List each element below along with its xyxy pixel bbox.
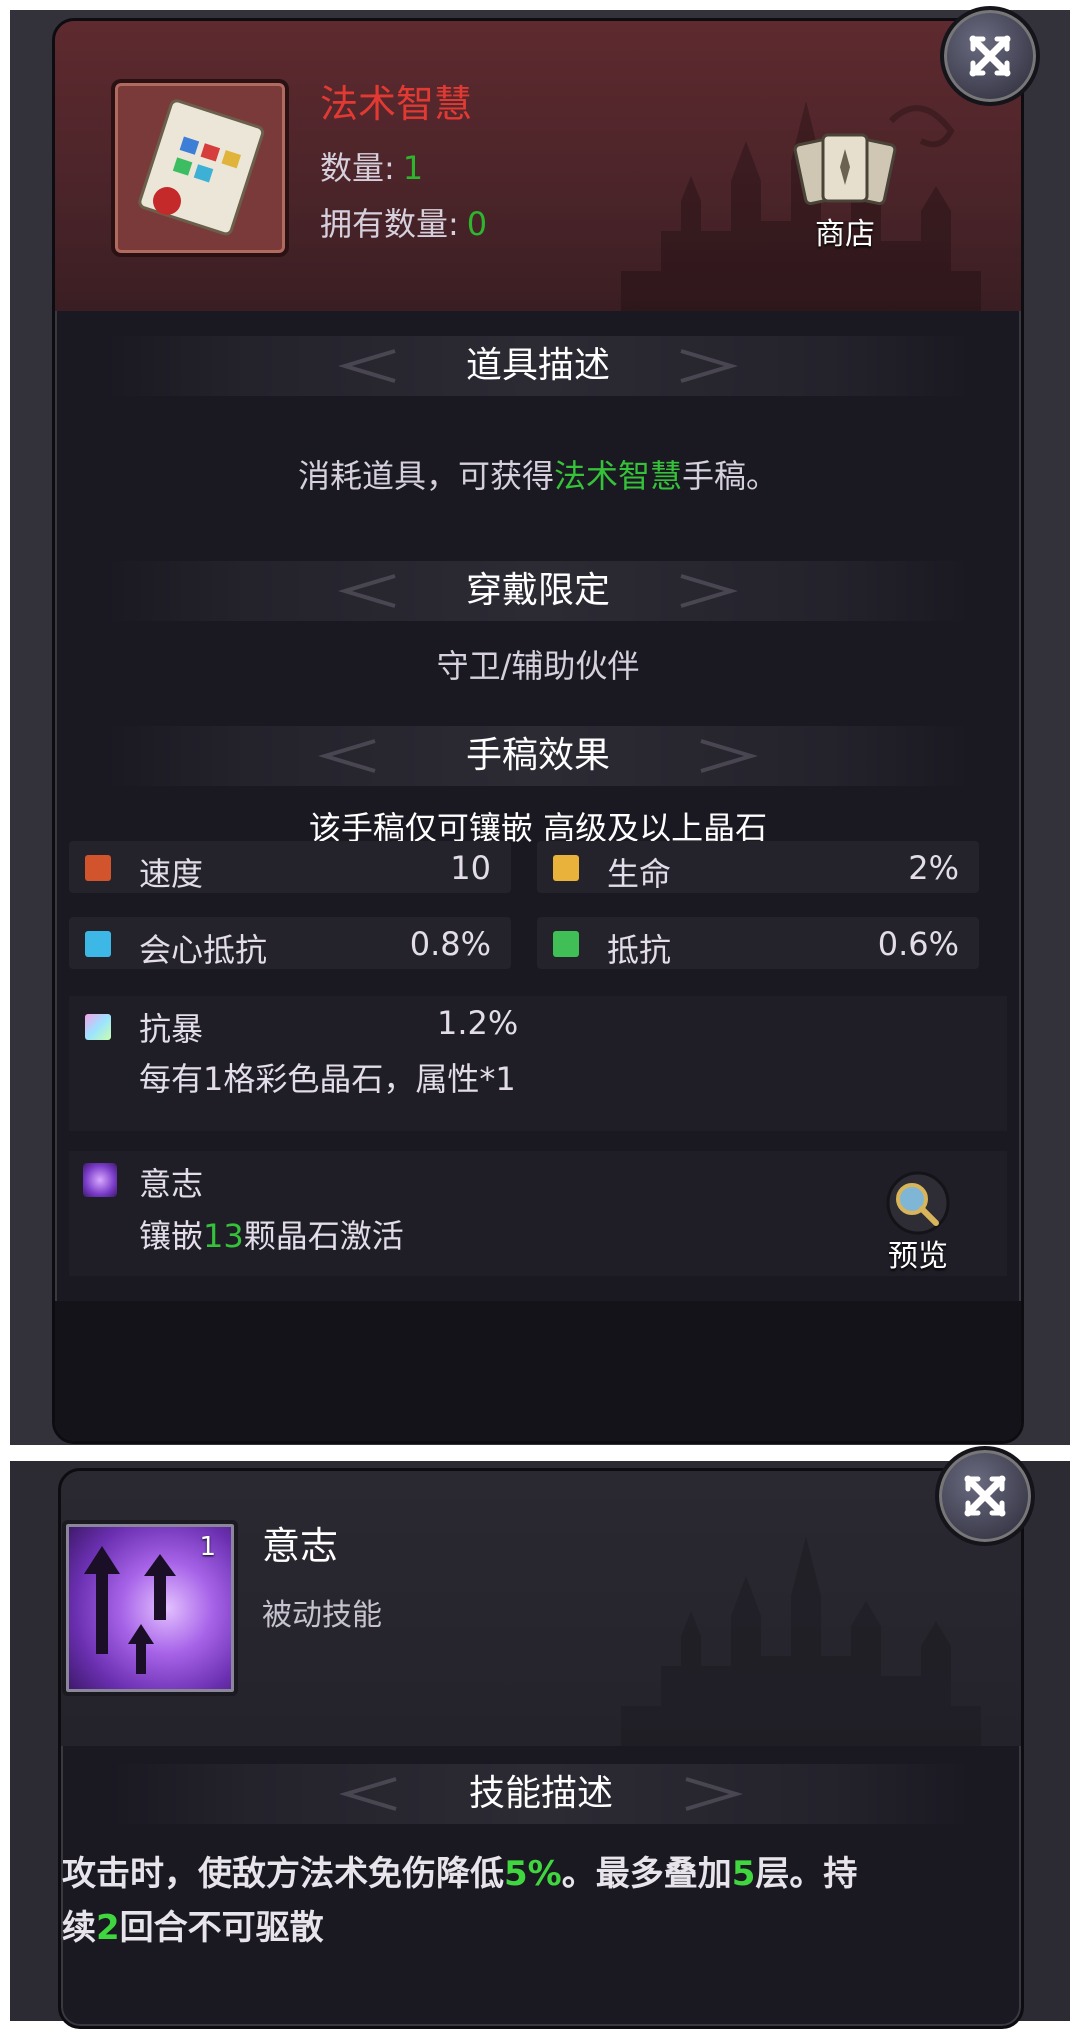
quantity-value: 1 — [402, 149, 424, 187]
wear-limit-text: 守卫/辅助伙伴 — [436, 647, 640, 685]
panel-footer — [55, 1301, 1021, 1441]
ornament-right-icon — [685, 1777, 743, 1811]
skill-name: 意志 — [262, 1524, 339, 1568]
ornament-left-icon — [339, 1777, 397, 1811]
stat-label: 会心抵抗 — [139, 931, 268, 969]
yellow-gem-icon — [553, 855, 579, 881]
shop-label: 商店 — [815, 217, 875, 252]
skill-desc-text: 层。持 — [755, 1854, 858, 1894]
item-desc-text: 消耗道具，可获得 — [297, 457, 554, 495]
item-detail-panel: 法术智慧 数量: 1 拥有数量: 0 商店 道具描述 消耗道具，可获得法术智慧手稿。… — [52, 18, 1024, 1444]
item-name: 法术智慧 — [320, 82, 473, 126]
quantity-row: 数量: 1 — [320, 143, 423, 189]
section-title-text: 道具描述 — [465, 345, 610, 386]
stat-row-crit-resist: 会心抵抗 0.8% — [69, 917, 511, 969]
owned-label: 拥有数量: — [320, 205, 459, 243]
will-skill-icon — [83, 1163, 117, 1197]
skill-description: 攻击时，使敌方法术免伤降低5%。最多叠加5层。持续2回合不可驱散 — [62, 1847, 902, 1955]
rainbow-stat-label: 抗暴 — [139, 1010, 204, 1048]
item-header: 法术智慧 数量: 1 拥有数量: 0 商店 — [55, 21, 1021, 311]
stat-row-speed: 速度 10 — [69, 841, 511, 893]
ornament-right-icon — [680, 574, 738, 608]
will-note-count: 13 — [203, 1217, 244, 1255]
close-icon — [969, 35, 1011, 77]
will-note-text-end: 颗晶石激活 — [243, 1217, 404, 1255]
ornament-left-icon — [338, 349, 396, 383]
stat-label: 抵抗 — [607, 931, 672, 969]
stat-value: 0.6% — [877, 925, 959, 963]
shop-cards-icon — [793, 133, 897, 206]
skill-desc-text: 续 — [62, 1908, 96, 1948]
castle-silhouette-icon — [621, 1536, 981, 1746]
close-button[interactable] — [935, 1446, 1035, 1546]
green-gem-icon — [553, 931, 579, 957]
scroll-icon — [138, 99, 265, 236]
owned-value: 0 — [466, 205, 488, 243]
stat-label: 速度 — [139, 855, 204, 893]
section-title-effect: 手稿效果 — [55, 726, 1021, 786]
owned-row: 拥有数量: 0 — [320, 199, 487, 245]
rainbow-stat-value: 1.2% — [437, 1004, 519, 1042]
ornament-right-icon — [680, 349, 738, 383]
preview-button[interactable]: 预览 — [863, 1171, 973, 1274]
item-icon — [111, 79, 289, 257]
ornament-right-icon — [700, 739, 758, 773]
item-desc-highlight: 法术智慧 — [553, 457, 682, 495]
skill-desc-text: 。最多叠加 — [561, 1854, 732, 1894]
orange-gem-icon — [85, 855, 111, 881]
section-title-skill-desc: 技能描述 — [61, 1764, 1021, 1824]
ornament-left-icon — [318, 739, 376, 773]
rainbow-stat-box: 抗暴 1.2% 每有1格彩色晶石，属性*1 — [69, 996, 1007, 1131]
item-description: 消耗道具，可获得法术智慧手稿。 — [55, 451, 1021, 497]
skill-level: 1 — [199, 1532, 216, 1562]
skill-desc-value: 2 — [96, 1908, 120, 1948]
section-title-text: 穿戴限定 — [465, 570, 610, 611]
will-note-text: 镶嵌 — [139, 1217, 204, 1255]
section-title-text: 技能描述 — [468, 1773, 613, 1814]
shop-button[interactable]: 商店 — [790, 131, 900, 252]
stat-label: 生命 — [607, 855, 672, 893]
skill-desc-text: 回合不可驱散 — [119, 1908, 324, 1948]
rainbow-stat-note: 每有1格彩色晶石，属性*1 — [139, 1060, 516, 1098]
skill-desc-value: 5% — [504, 1854, 562, 1894]
section-title-item-desc: 道具描述 — [55, 336, 1021, 396]
skill-icon: 1 — [62, 1520, 238, 1696]
preview-label: 预览 — [888, 1239, 948, 1274]
will-stat-label: 意志 — [139, 1165, 204, 1203]
stat-row-resist: 抵抗 0.6% — [537, 917, 979, 969]
close-button[interactable] — [940, 6, 1040, 106]
stat-value: 0.8% — [409, 925, 491, 963]
blue-gem-icon — [85, 931, 111, 957]
stat-value: 2% — [908, 849, 959, 887]
ornament-left-icon — [338, 574, 396, 608]
section-title-text: 手稿效果 — [465, 735, 610, 776]
section-title-wear-limit: 穿戴限定 — [55, 561, 1021, 621]
quantity-label: 数量: — [320, 149, 395, 187]
will-stat-note: 镶嵌13颗晶石激活 — [139, 1211, 404, 1257]
stat-row-hp: 生命 2% — [537, 841, 979, 893]
rainbow-gem-icon — [85, 1014, 111, 1040]
item-desc-text-end: 手稿。 — [682, 457, 779, 495]
skill-desc-value: 5 — [731, 1854, 756, 1894]
skill-type: 被动技能 — [262, 1598, 382, 1633]
close-icon — [964, 1475, 1006, 1517]
stat-value: 10 — [450, 849, 491, 887]
skill-desc-text: 攻击时，使敌方法术免伤降低 — [62, 1854, 504, 1894]
